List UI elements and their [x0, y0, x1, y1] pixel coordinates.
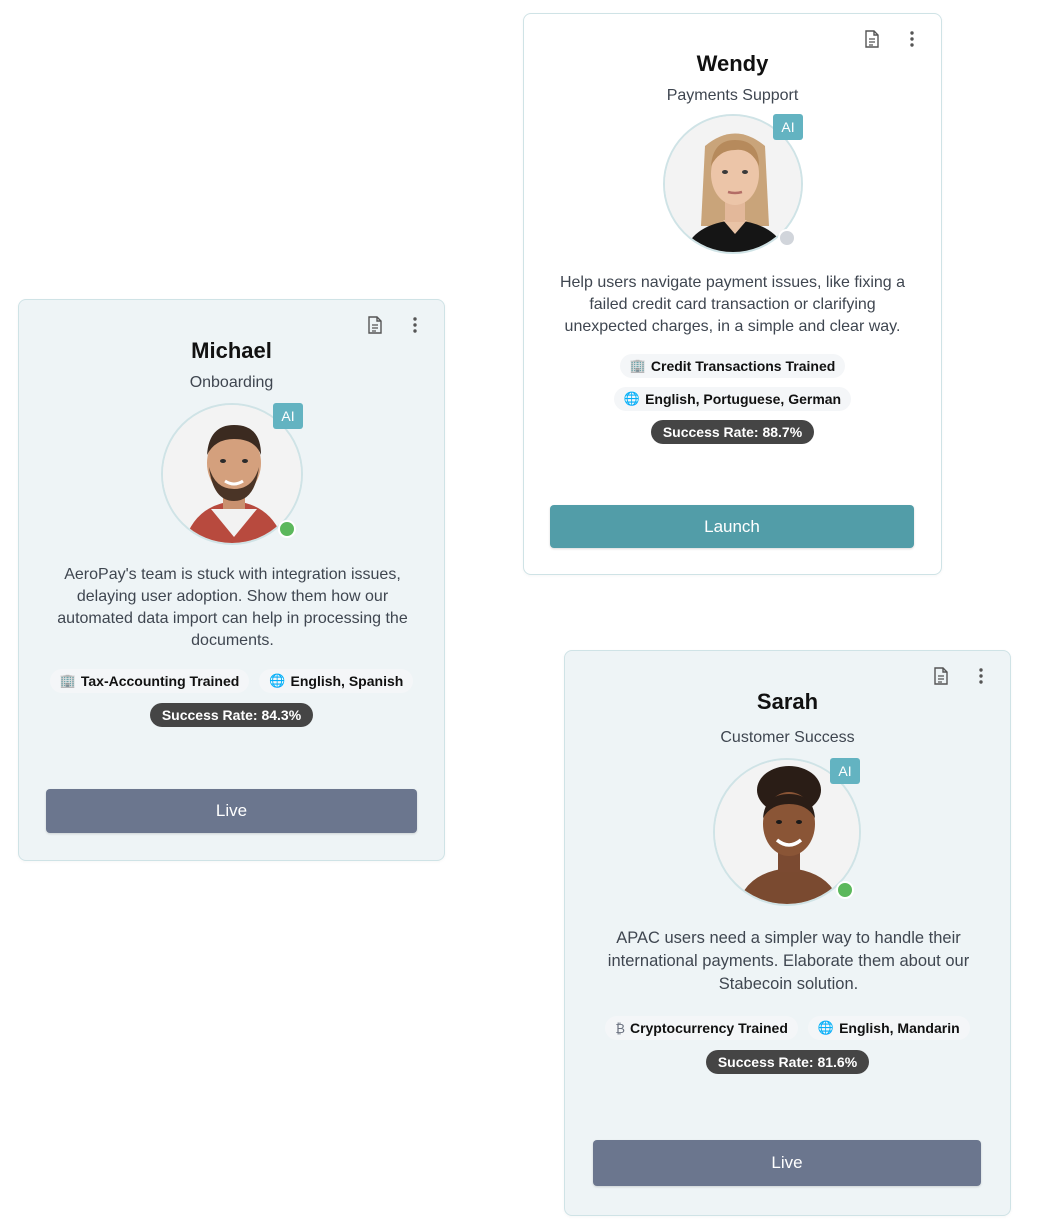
document-icon[interactable]: [930, 665, 952, 687]
success-rate-badge: Success Rate: 88.7%: [650, 420, 815, 444]
avatar-container: AI: [713, 758, 865, 910]
agent-card-wendy: Wendy Payments Support AI Help users nav…: [523, 13, 942, 575]
chip-label: Credit Transactions Trained: [650, 358, 836, 374]
agent-card-sarah: Sarah Customer Success AI APAC users nee…: [564, 650, 1011, 1216]
success-row: Success Rate: 88.7%: [524, 420, 941, 444]
agent-name: Sarah: [756, 689, 819, 714]
more-vertical-icon[interactable]: [970, 665, 992, 687]
chip-label: Tax-Accounting Trained: [80, 673, 240, 689]
document-icon[interactable]: [364, 314, 386, 336]
training-chip: 🏢 Tax-Accounting Trained: [49, 669, 250, 693]
chip-label: Cryptocurrency Trained: [629, 1020, 788, 1036]
agent-role: Payments Support: [666, 87, 799, 104]
more-vertical-icon[interactable]: [404, 314, 426, 336]
live-button[interactable]: Live: [593, 1140, 981, 1186]
language-chip: 🌐 English, Spanish: [259, 669, 414, 693]
chip-label: English, Mandarin: [839, 1020, 960, 1036]
language-chip: 🌐 English, Mandarin: [807, 1016, 970, 1040]
chip-row: ₿ Cryptocurrency Trained 🌐 English, Mand…: [565, 1016, 1010, 1040]
training-chip: ₿ Cryptocurrency Trained: [605, 1016, 798, 1040]
ai-badge: AI: [773, 114, 803, 140]
chip-label: English, Portuguese, German: [645, 391, 842, 407]
ai-badge: AI: [273, 403, 303, 429]
agent-name: Michael: [191, 338, 272, 363]
agent-role: Onboarding: [189, 374, 274, 391]
success-rate-badge: Success Rate: 84.3%: [149, 703, 314, 727]
status-offline-dot: [778, 229, 796, 247]
launch-button[interactable]: Launch: [550, 505, 914, 548]
chip-label: English, Spanish: [290, 673, 404, 689]
success-row: Success Rate: 84.3%: [19, 703, 444, 727]
building-icon: 🏢: [59, 673, 76, 688]
status-online-dot: [278, 520, 296, 538]
live-button[interactable]: Live: [46, 789, 417, 833]
agent-card-michael: Michael Onboarding AI AeroPay's team is …: [18, 299, 445, 861]
bitcoin-icon: ₿: [615, 1020, 625, 1036]
agent-role: Customer Success: [720, 729, 855, 746]
building-icon: 🏢: [629, 358, 646, 373]
chip-row: 🏢 Tax-Accounting Trained 🌐 English, Span…: [19, 669, 444, 693]
training-chip: 🏢 Credit Transactions Trained: [619, 354, 846, 378]
success-rate-badge: Success Rate: 81.6%: [705, 1050, 870, 1074]
document-icon[interactable]: [861, 28, 883, 50]
more-vertical-icon[interactable]: [901, 28, 923, 50]
avatar-container: AI: [663, 114, 809, 260]
language-chip: 🌐 English, Portuguese, German: [613, 387, 852, 411]
globe-icon: 🌐: [269, 673, 286, 688]
avatar-container: AI: [161, 403, 307, 549]
chip-row: 🏢 Credit Transactions Trained: [524, 354, 941, 378]
agent-description: AeroPay's team is stuck with integration…: [57, 566, 408, 649]
agent-description: APAC users need a simpler way to handle …: [607, 929, 970, 993]
ai-badge: AI: [830, 758, 860, 784]
agent-description: Help users navigate payment issues, like…: [559, 274, 906, 335]
globe-icon: 🌐: [817, 1020, 835, 1035]
status-online-dot: [836, 881, 854, 899]
globe-icon: 🌐: [623, 391, 641, 406]
agent-name: Wendy: [696, 51, 769, 76]
chip-row: 🌐 English, Portuguese, German: [524, 387, 941, 411]
success-row: Success Rate: 81.6%: [565, 1050, 1010, 1074]
